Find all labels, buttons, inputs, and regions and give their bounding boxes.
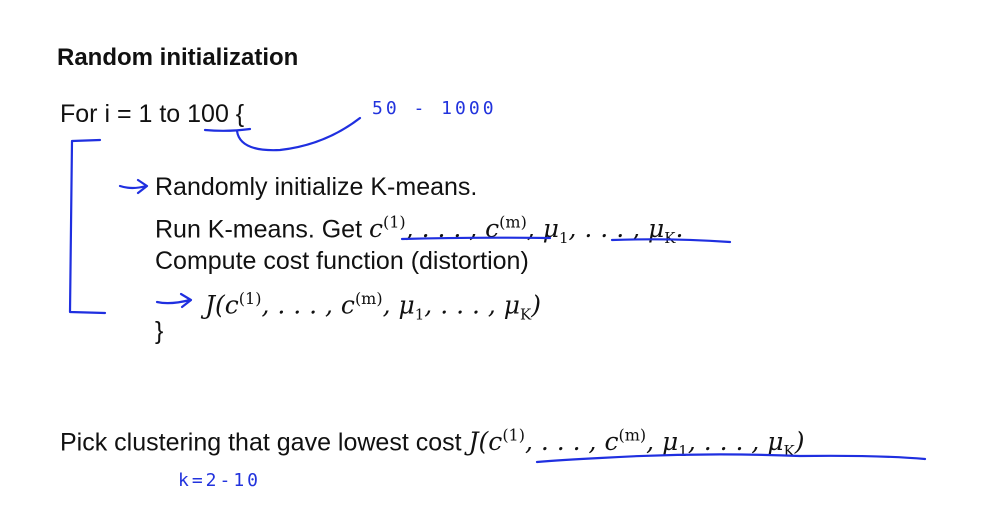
pick-text: Pick clustering that gave lowest cost	[60, 428, 469, 457]
loop-line-2-math: c(1), . . . , c(m), μ1, . . . , μK.	[368, 213, 684, 248]
loop-line-1: Randomly initialize K-means.	[155, 173, 478, 201]
cost-function-math: J(c(1), . . . , c(m), μ1, . . . , μK)	[205, 289, 541, 324]
annotation-k-range: k=2-10	[178, 470, 262, 491]
annotation-iterations-range: 50 - 1000	[372, 98, 497, 119]
loop-bracket	[68, 138, 107, 315]
connector-curve	[235, 116, 362, 152]
iteration-count: 100	[187, 100, 229, 128]
for-prefix: For i = 1 to	[60, 100, 188, 128]
slide: Random initialization For i = 1 to 100 {…	[0, 0, 1000, 515]
pick-line: Pick clustering that gave lowest cost J(…	[60, 421, 805, 466]
for-line: For i = 1 to 100 {	[60, 99, 244, 129]
for-brace: {	[228, 100, 245, 128]
loop-line-3: Compute cost function (distortion)	[155, 247, 529, 275]
arrow-line-4	[155, 292, 193, 309]
loop-close-brace: }	[155, 317, 164, 345]
arrow-line-1	[118, 178, 149, 195]
loop-line-2-text: Run K-means. Get	[155, 215, 369, 244]
underline-100	[203, 127, 252, 132]
slide-title: Random initialization	[57, 44, 299, 71]
pick-math: J(c(1), . . . , c(m), μ1, . . . , μK)	[468, 426, 805, 461]
